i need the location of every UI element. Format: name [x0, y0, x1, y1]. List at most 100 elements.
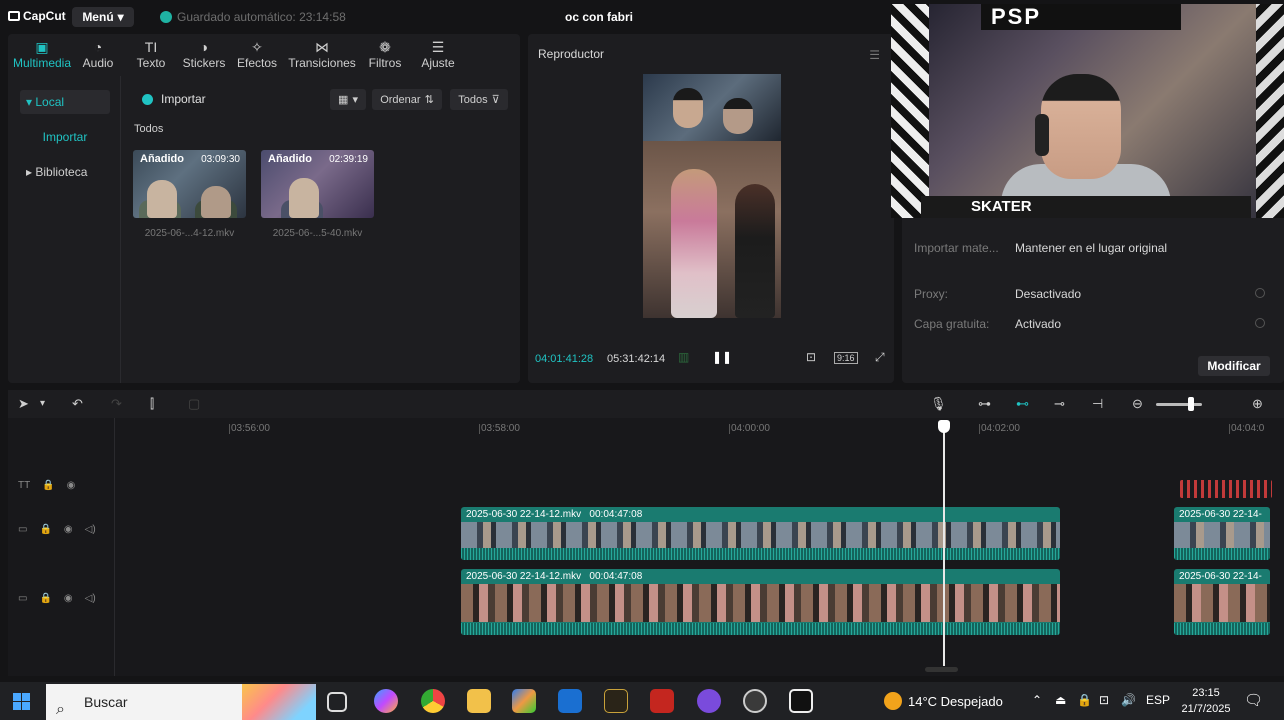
- tab-efectos[interactable]: ✧ Efectos: [230, 34, 284, 76]
- import-button[interactable]: Importar: [142, 92, 206, 106]
- chrome-icon[interactable]: [421, 689, 445, 713]
- task-view-icon[interactable]: [327, 692, 347, 712]
- clock-time: 23:15: [1192, 687, 1220, 699]
- effects-icon: ✧: [251, 39, 263, 55]
- view-toggle[interactable]: ▦ ▾: [330, 89, 366, 110]
- menu-icon[interactable]: ☰: [869, 48, 880, 62]
- zoom-out-icon[interactable]: ⊖: [1132, 396, 1143, 412]
- redo-icon[interactable]: ↷: [111, 396, 122, 412]
- tab-texto[interactable]: TI Texto: [124, 34, 178, 76]
- timeline-scrollbar[interactable]: [925, 667, 958, 672]
- usb-icon[interactable]: ⏏: [1055, 693, 1066, 707]
- zoom-in-icon[interactable]: ⊕: [1252, 396, 1263, 412]
- tab-transiciones[interactable]: ⋈ Transiciones: [284, 34, 360, 76]
- info-icon[interactable]: [1255, 288, 1265, 298]
- sidebar-item-local[interactable]: ▾ Local: [20, 90, 110, 114]
- media-item[interactable]: Añadido 02:39:19: [261, 150, 374, 218]
- filters-icon: ❁: [379, 39, 391, 55]
- pause-button[interactable]: ❚❚: [712, 350, 732, 364]
- league-icon[interactable]: [604, 689, 628, 713]
- zoom-slider-handle[interactable]: [1188, 397, 1194, 411]
- fullscreen-icon[interactable]: ⤢: [875, 350, 885, 365]
- info-icon[interactable]: [1255, 318, 1265, 328]
- menu-button[interactable]: Menú ▾: [72, 7, 134, 27]
- prop-label: Importar mate...: [914, 241, 999, 255]
- fit-screen-icon[interactable]: ⊡: [806, 350, 816, 364]
- timeline[interactable]: TT 🔒 ◉ ▭ 🔒 ◉ ◁) ▭ 🔒 ◉ ◁) 03:56:00 03:58:00 04:00…: [8, 418, 1284, 676]
- modify-button[interactable]: Modificar: [1198, 356, 1270, 376]
- eye-icon[interactable]: ◉: [64, 593, 73, 604]
- link-icon[interactable]: ⊶: [978, 396, 991, 412]
- lock-icon[interactable]: 🔒: [39, 593, 51, 604]
- clip-label: 2025-06-30 22-14-12.mkv 00:04:47:08: [466, 509, 642, 520]
- language-indicator[interactable]: ESP: [1146, 693, 1170, 707]
- media-item[interactable]: Añadido 03:09:30: [133, 150, 246, 218]
- split-icon[interactable]: ⫿: [150, 396, 154, 412]
- taskbar-clock[interactable]: 23:15 21/7/2025: [1176, 685, 1236, 717]
- windows-start-icon[interactable]: [13, 693, 30, 710]
- sort-button[interactable]: Ordenar ⇅: [372, 89, 442, 110]
- store-icon[interactable]: [512, 689, 536, 713]
- volume-icon[interactable]: 🔊: [1121, 693, 1136, 707]
- weather-widget[interactable]: 14°C Despejado: [884, 692, 1003, 710]
- sort-icon: ⇅: [424, 94, 434, 106]
- video-figure: [671, 169, 717, 318]
- video-clip[interactable]: 2025-06-30 22-14-: [1174, 507, 1270, 560]
- sidebar-item-library[interactable]: ▸ Biblioteca: [20, 160, 110, 184]
- tab-stickers[interactable]: ◑ Stickers: [178, 34, 230, 76]
- video-figure: [735, 184, 775, 318]
- thumbnail-figure: [147, 180, 177, 218]
- video-clip[interactable]: 2025-06-30 22-14-12.mkv 00:04:47:08: [461, 507, 1060, 560]
- video-preview[interactable]: [643, 74, 781, 318]
- capcut-taskbar-icon[interactable]: [789, 689, 813, 713]
- sidebar-item-label: Local: [35, 95, 65, 109]
- video-clip[interactable]: 2025-06-30 22-14-12.mkv 00:04:47:08: [461, 569, 1060, 635]
- microphone-icon[interactable]: 🎙: [930, 396, 947, 412]
- tab-multimedia[interactable]: ▣ Multimedia: [12, 34, 72, 76]
- speaker-icon[interactable]: ◁): [85, 593, 96, 604]
- clip-waveform: [1174, 548, 1270, 560]
- lock-icon[interactable]: 🔒: [39, 524, 51, 535]
- filter-button[interactable]: Todos ⊽: [450, 89, 508, 110]
- sidebar-item-import[interactable]: Importar: [20, 125, 110, 149]
- eye-icon[interactable]: ◉: [64, 524, 73, 535]
- sticker-wall: [1256, 4, 1284, 218]
- copilot-icon[interactable]: [374, 689, 398, 713]
- lock-icon[interactable]: 🔒: [42, 480, 54, 491]
- video-clip[interactable]: 2025-06-30 22-14-: [1174, 569, 1270, 635]
- magnet-icon[interactable]: ⊷: [1016, 396, 1029, 412]
- ruler-tick: [1229, 424, 1230, 434]
- select-tool-icon[interactable]: ➤: [18, 396, 29, 412]
- media-sidebar: ▾ Local Importar ▸ Biblioteca: [8, 76, 121, 383]
- speaker-icon[interactable]: ◁): [85, 524, 96, 535]
- undo-icon[interactable]: ↶: [72, 396, 83, 412]
- playhead-handle[interactable]: [938, 420, 950, 433]
- network-icon[interactable]: ⊡: [1099, 693, 1109, 707]
- outlook-icon[interactable]: [558, 689, 582, 713]
- notifications-icon[interactable]: 🗨: [1244, 691, 1263, 709]
- clip-thumbnails: [461, 584, 1060, 622]
- zoom-slider[interactable]: [1156, 403, 1202, 406]
- section-label: Todos: [134, 123, 164, 135]
- tab-audio[interactable]: ◔ Audio: [72, 34, 124, 76]
- clip-waveform: [1174, 623, 1270, 635]
- chevron-up-icon[interactable]: ⌃: [1032, 693, 1042, 707]
- eye-icon[interactable]: ◉: [67, 480, 76, 491]
- text-clip[interactable]: [1180, 480, 1272, 498]
- chain-icon[interactable]: ⊸: [1054, 396, 1065, 412]
- video-track-icon: ▭: [18, 524, 28, 535]
- playhead[interactable]: [943, 420, 945, 666]
- snap-icon[interactable]: ⊣: [1092, 396, 1103, 412]
- webcam-overlay: PSP SKATER: [891, 4, 1284, 218]
- voicemeeter-icon[interactable]: [650, 689, 674, 713]
- tab-filtros[interactable]: ❁ Filtros: [360, 34, 410, 76]
- lock-tray-icon[interactable]: 🔒: [1077, 693, 1092, 707]
- taskbar-search[interactable]: ⌕ Buscar: [46, 684, 316, 720]
- chevron-down-icon[interactable]: ▾: [40, 398, 45, 409]
- obs-icon[interactable]: [743, 689, 767, 713]
- file-explorer-icon[interactable]: [467, 689, 491, 713]
- delete-icon[interactable]: ▢: [188, 396, 200, 412]
- aspect-ratio-button[interactable]: 9:16: [834, 352, 858, 364]
- tab-ajuste[interactable]: ☰ Ajuste: [410, 34, 466, 76]
- app-icon[interactable]: [697, 689, 721, 713]
